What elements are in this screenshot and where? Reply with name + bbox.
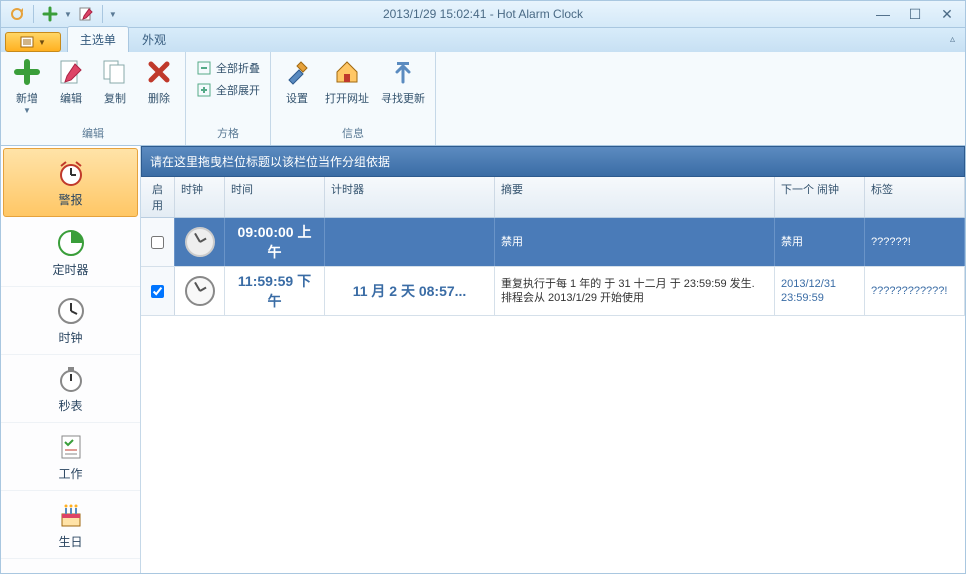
- group-label-info: 信息: [277, 123, 429, 145]
- copy-icon: [99, 56, 131, 88]
- check-update-button[interactable]: 寻找更新: [377, 54, 429, 108]
- tab-main[interactable]: 主选单: [67, 26, 129, 52]
- column-header-time[interactable]: 时间: [225, 177, 325, 217]
- cell-time: 09:00:00 上午: [225, 218, 325, 266]
- main-area: 警报 定时器 时钟 秒表 工作: [0, 146, 966, 574]
- quick-access-toolbar: ▼ ▼: [1, 4, 123, 24]
- table-row[interactable]: 09:00:00 上午 禁用 禁用 ??????!: [141, 218, 965, 267]
- ribbon-tabstrip: ▼ 主选单 外观 ▵: [0, 28, 966, 52]
- column-header-tag[interactable]: 标签: [865, 177, 965, 217]
- group-by-hint[interactable]: 请在这里拖曳栏位标题以该栏位当作分组依据: [141, 146, 965, 177]
- sidebar: 警报 定时器 时钟 秒表 工作: [1, 146, 141, 573]
- column-header-next[interactable]: 下一个 闹钟: [775, 177, 865, 217]
- maximize-button[interactable]: ☐: [905, 6, 925, 22]
- update-arrow-icon: [387, 56, 419, 88]
- ribbon-group-info: 设置 打开网址 寻找更新 信息: [271, 52, 436, 145]
- ribbon-group-edit: 新增 ▼ 编辑 复制 删除 编辑: [1, 52, 186, 145]
- clock-face-icon: [185, 276, 215, 306]
- enable-checkbox[interactable]: [151, 236, 164, 249]
- delete-icon: [143, 56, 175, 88]
- table-row[interactable]: 11:59:59 下午 11 月 2 天 08:57... 重复执行于每 1 年…: [141, 267, 965, 316]
- column-header-summary[interactable]: 摘要: [495, 177, 775, 217]
- qat-refresh-icon[interactable]: [7, 4, 27, 24]
- sidebar-item-clock[interactable]: 时钟: [1, 287, 140, 355]
- grid-body: 09:00:00 上午 禁用 禁用 ??????! 11:59:59 下午 11…: [141, 218, 965, 573]
- ribbon: 新增 ▼ 编辑 复制 删除 编辑: [0, 52, 966, 146]
- edit-button[interactable]: 编辑: [51, 54, 91, 108]
- stopwatch-icon: [55, 363, 87, 395]
- open-url-button[interactable]: 打开网址: [321, 54, 373, 108]
- close-button[interactable]: ✕: [937, 6, 957, 22]
- tab-appearance[interactable]: 外观: [129, 26, 179, 52]
- cell-timer: [325, 218, 495, 266]
- cell-summary: 禁用: [495, 218, 775, 266]
- birthday-cake-icon: [55, 499, 87, 531]
- cell-time: 11:59:59 下午: [225, 267, 325, 315]
- plus-icon: [11, 56, 43, 88]
- delete-button[interactable]: 删除: [139, 54, 179, 108]
- expand-all-button[interactable]: 全部展开: [192, 80, 264, 100]
- sidebar-item-timer[interactable]: 定时器: [1, 219, 140, 287]
- alarm-clock-icon: [55, 157, 87, 189]
- column-header-timer[interactable]: 计时器: [325, 177, 495, 217]
- column-header-enable[interactable]: 启用: [141, 177, 175, 217]
- window-title: 2013/1/29 15:02:41 - Hot Alarm Clock: [383, 7, 583, 21]
- content-pane: 请在这里拖曳栏位标题以该栏位当作分组依据 启用 时钟 时间 计时器 摘要 下一个…: [141, 146, 965, 573]
- sidebar-item-birthday[interactable]: 生日: [1, 491, 140, 559]
- ribbon-group-grid: 全部折叠 全部展开 方格: [186, 52, 271, 145]
- cell-tag: ??????!: [865, 218, 965, 266]
- calendar-icon: 7: [55, 567, 87, 573]
- sidebar-item-stopwatch[interactable]: 秒表: [1, 355, 140, 423]
- add-button[interactable]: 新增 ▼: [7, 54, 47, 117]
- cell-tag: ????????????!: [865, 267, 965, 315]
- tools-icon: [281, 56, 313, 88]
- qat-add-icon[interactable]: [40, 4, 60, 24]
- edit-document-icon: [55, 56, 87, 88]
- copy-button[interactable]: 复制: [95, 54, 135, 108]
- group-label-grid: 方格: [192, 123, 264, 145]
- timer-icon: [55, 227, 87, 259]
- collapse-icon: [196, 60, 212, 76]
- clock-face-icon: [185, 227, 215, 257]
- chevron-down-icon: ▼: [38, 38, 46, 47]
- clock-icon: [55, 295, 87, 327]
- qat-customize-dropdown[interactable]: ▼: [109, 10, 117, 19]
- cell-timer: 11 月 2 天 08:57...: [325, 267, 495, 315]
- task-icon: [55, 431, 87, 463]
- cell-next: 2013/12/31 23:59:59: [775, 267, 865, 315]
- cell-next: 禁用: [775, 218, 865, 266]
- collapse-all-button[interactable]: 全部折叠: [192, 58, 264, 78]
- cell-summary: 重复执行于每 1 年的 于 31 十二月 于 23:59:59 发生. 排程会从…: [495, 267, 775, 315]
- ribbon-collapse-icon[interactable]: ▵: [950, 34, 955, 45]
- column-header-clock[interactable]: 时钟: [175, 177, 225, 217]
- sidebar-item-task[interactable]: 工作: [1, 423, 140, 491]
- minimize-button[interactable]: —: [873, 6, 893, 22]
- title-bar: ▼ ▼ 2013/1/29 15:02:41 - Hot Alarm Clock…: [0, 0, 966, 28]
- group-label-edit: 编辑: [7, 123, 179, 145]
- file-icon: [20, 36, 34, 48]
- home-icon: [331, 56, 363, 88]
- file-menu-button[interactable]: ▼: [5, 32, 61, 52]
- enable-checkbox[interactable]: [151, 285, 164, 298]
- sidebar-item-alarm[interactable]: 警报: [3, 148, 138, 217]
- sidebar-item-calendar[interactable]: 7: [1, 559, 140, 573]
- qat-edit-icon[interactable]: [76, 4, 96, 24]
- expand-icon: [196, 82, 212, 98]
- chevron-down-icon: ▼: [23, 106, 31, 115]
- grid-header: 启用 时钟 时间 计时器 摘要 下一个 闹钟 标签: [141, 177, 965, 218]
- settings-button[interactable]: 设置: [277, 54, 317, 108]
